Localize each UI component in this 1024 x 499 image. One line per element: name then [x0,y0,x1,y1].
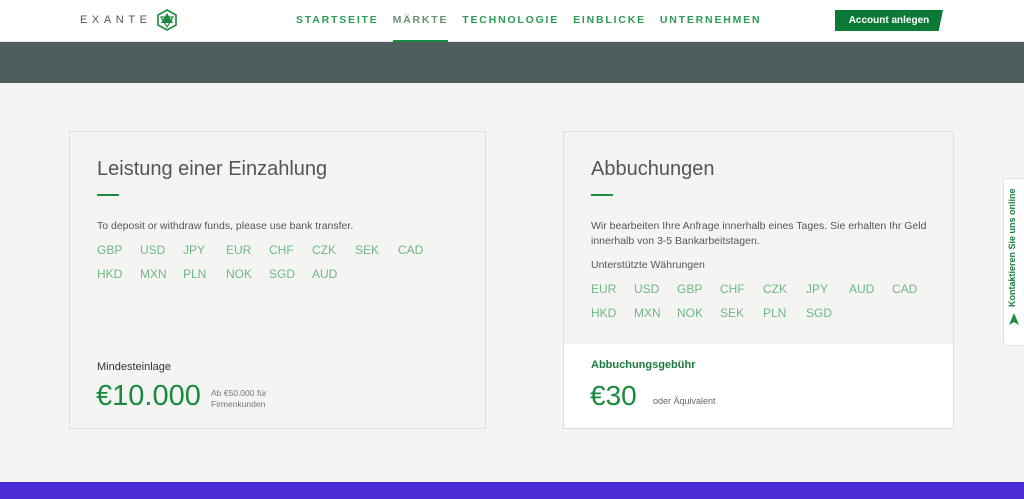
main-menu: STARTSEITE MÄRKTE TECHNOLOGIE EINBLICKE … [296,14,775,42]
currency-item: AUD [849,282,875,296]
withdrawal-fee-amount: €30 [590,380,637,411]
currency-item: PLN [763,306,787,320]
contact-tab-label: Kontaktieren Sie uns online [1007,188,1017,307]
withdrawal-currency-list: EUR USD GBP CHF CZK JPY AUD CAD HKD MXN … [591,282,935,321]
deposit-currency-list: GBP USD JPY EUR CHF CZK SEK CAD HKD MXN … [97,243,441,282]
nav-unternehmen[interactable]: UNTERNEHMEN [660,14,761,42]
account-anlegen-button[interactable]: Account anlegen [835,10,943,31]
chat-arrow-icon [1009,313,1019,325]
currency-item: PLN [183,267,207,281]
currency-item: SGD [269,267,296,281]
withdrawal-fee-box: Abbuchungsgebühr €30 oder Äquivalent [564,344,953,428]
footer-band [0,482,1024,499]
nav-maerkte[interactable]: MÄRKTE [392,14,449,42]
currency-item: HKD [591,306,617,320]
nav-einblicke[interactable]: EINBLICKE [573,14,646,42]
deposit-description: To deposit or withdraw funds, please use… [97,220,354,232]
withdrawal-fee-note: oder Äquivalent [653,396,716,406]
currency-item: CHF [720,282,745,296]
min-deposit-note: Ab €50.000 für Firmenkunden [211,388,267,409]
deposit-title: Leistung einer Einzahlung [97,158,328,180]
currency-item: CAD [892,282,918,296]
withdrawal-title: Abbuchungen [591,158,715,180]
nav-technologie[interactable]: TECHNOLOGIE [462,14,559,42]
logo-text: EXANTE [80,14,152,26]
currency-item: NOK [226,267,253,281]
withdrawal-card: Abbuchungen Wir bearbeiten Ihre Anfrage … [563,131,954,429]
top-navigation: EXANTE STARTSEITE MÄRKTE TECHNOLOGIE EIN… [0,0,1024,42]
currency-item: CAD [398,243,424,257]
currency-item: AUD [312,267,338,281]
currency-item: MXN [140,267,167,281]
header-band [0,42,1024,83]
currency-item: SEK [720,306,745,320]
min-deposit-amount: €10.000 [96,380,201,412]
withdrawal-title-rule [591,194,613,196]
currency-item: USD [140,243,166,257]
currency-item: SGD [806,306,833,320]
currency-item: SEK [355,243,380,257]
contact-online-tab[interactable]: Kontaktieren Sie uns online [1003,178,1024,346]
currency-item: EUR [226,243,252,257]
supported-currencies-label: Unterstützte Währungen [591,259,705,271]
currency-item: GBP [97,243,123,257]
withdrawal-description: Wir bearbeiten Ihre Anfrage innerhalb ei… [591,220,927,247]
currency-item: CZK [312,243,336,257]
currency-item: JPY [806,282,829,296]
currency-item: HKD [97,267,123,281]
nav-startseite[interactable]: STARTSEITE [296,14,379,42]
min-deposit-label: Mindesteinlage [97,361,171,373]
currency-item: CZK [763,282,787,296]
exante-logo-icon [156,9,177,31]
withdrawal-fee-label: Abbuchungsgebühr [591,359,696,371]
deposit-card: Leistung einer Einzahlung To deposit or … [69,131,486,429]
currency-item: USD [634,282,660,296]
currency-item: NOK [677,306,704,320]
currency-item: JPY [183,243,206,257]
deposit-title-rule [97,194,119,196]
currency-item: CHF [269,243,294,257]
currency-item: EUR [591,282,617,296]
currency-item: GBP [677,282,703,296]
currency-item: MXN [634,306,661,320]
exante-logo[interactable]: EXANTE [80,9,178,31]
